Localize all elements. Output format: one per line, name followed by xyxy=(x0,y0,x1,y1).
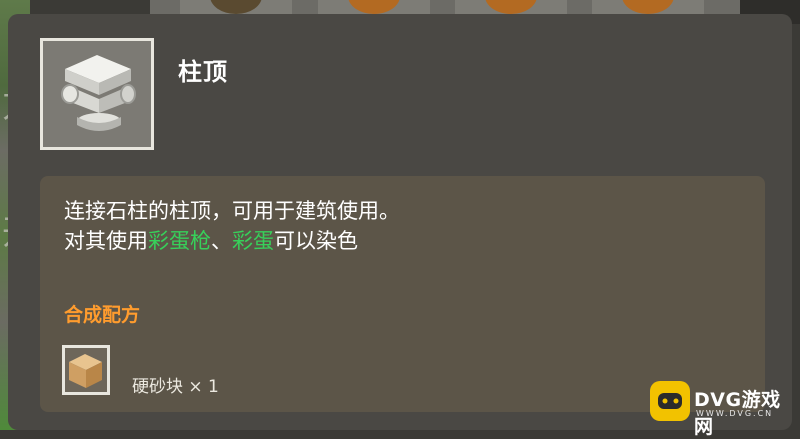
description-separator: 、 xyxy=(211,229,232,253)
material-slot xyxy=(62,345,110,395)
material-label: 硬砂块 × 1 xyxy=(132,372,219,397)
description-suffix: 可以染色 xyxy=(274,229,358,253)
item-description: 连接石柱的柱顶，可用于建筑使用。 对其使用彩蛋枪、彩蛋可以染色 xyxy=(64,196,400,256)
highlight-egg: 彩蛋 xyxy=(232,229,274,253)
gamepad-logo-icon xyxy=(650,381,690,421)
item-name: 柱顶 xyxy=(178,58,228,86)
recipe-label: 合成配方 xyxy=(64,304,141,326)
highlight-egg-gun: 彩蛋枪 xyxy=(148,229,211,253)
material-name: 硬砂块 xyxy=(132,377,183,397)
description-line-1: 连接石柱的柱顶，可用于建筑使用。 xyxy=(64,199,400,223)
watermark-url: WWW.DVG.CN xyxy=(696,409,774,418)
hard-sand-block-icon xyxy=(69,354,102,388)
material-quantity: × 1 xyxy=(188,377,219,397)
item-icon-frame xyxy=(40,38,154,150)
pillar-capital-block-icon xyxy=(61,55,136,131)
description-prefix: 对其使用 xyxy=(64,229,148,253)
description-line-2: 对其使用彩蛋枪、彩蛋可以染色 xyxy=(64,226,400,256)
site-watermark: DVG游戏网 WWW.DVG.CN xyxy=(650,381,796,438)
